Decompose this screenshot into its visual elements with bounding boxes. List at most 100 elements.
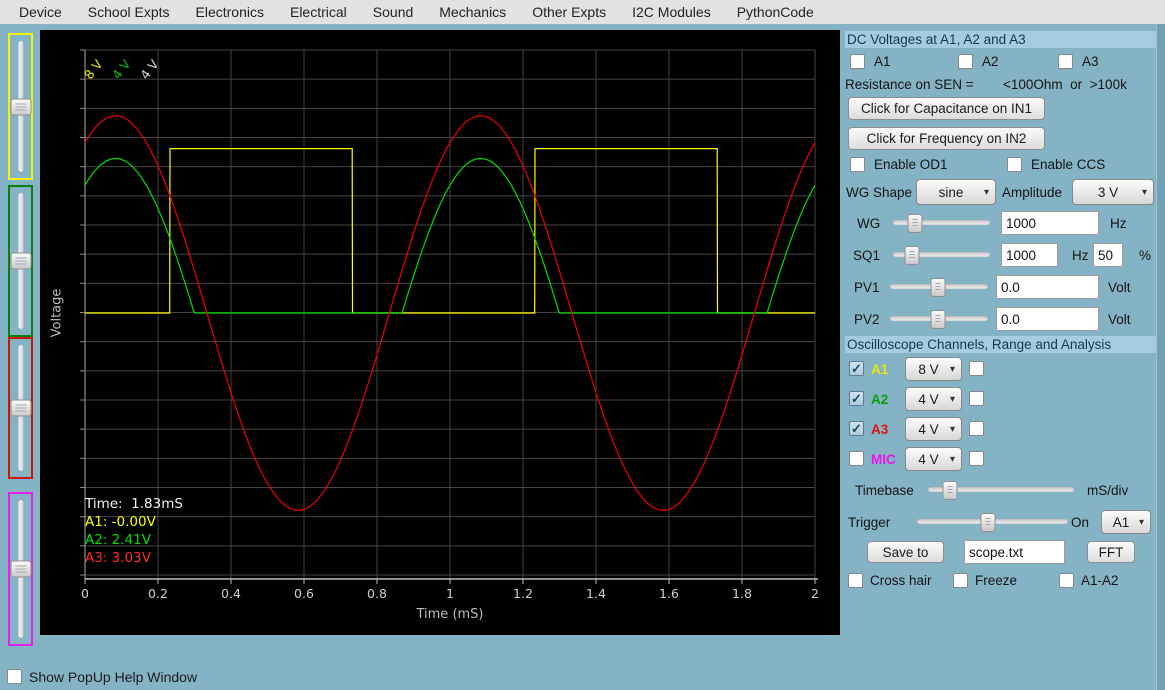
level-slider-a2[interactable] (8, 185, 33, 337)
oscilloscope-channels-header: Oscilloscope Channels, Range and Analysi… (845, 336, 1157, 353)
fft-button[interactable]: FFT (1087, 541, 1135, 563)
channel-a1-enable-checkbox[interactable] (849, 361, 864, 376)
level-slider-a3[interactable] (8, 337, 33, 479)
dc-voltages-header: DC Voltages at A1, A2 and A3 (845, 31, 1157, 48)
chevron-down-icon: ▾ (1139, 517, 1144, 528)
level-slider-mic[interactable] (8, 492, 33, 646)
channel-mic-analysis-checkbox[interactable] (969, 451, 984, 466)
save-to-button[interactable]: Save to (867, 541, 944, 563)
svg-text:1: 1 (446, 586, 454, 601)
wg-slider[interactable] (893, 213, 990, 232)
channel-mic-range-dropdown[interactable]: 4 V▾ (905, 447, 962, 471)
enable-ccs-label: Enable CCS (1031, 157, 1105, 172)
freeze-checkbox[interactable] (953, 573, 968, 588)
oscilloscope-display: 00.20.40.60.811.21.41.61.82 Voltage Time… (40, 30, 840, 635)
channel-a2-enable-checkbox[interactable] (849, 391, 864, 406)
cross-hair-label: Cross hair (870, 573, 932, 588)
a1-a2-checkbox[interactable] (1059, 573, 1074, 588)
channel-a3-analysis-checkbox[interactable] (969, 421, 984, 436)
channel-a1-label: A1 (871, 362, 888, 377)
slider-thumb[interactable] (942, 481, 957, 500)
enable-od1-checkbox[interactable] (850, 157, 865, 172)
slider-thumb[interactable] (10, 400, 31, 417)
capacitance-button[interactable]: Click for Capacitance on IN1 (848, 97, 1045, 120)
pv2-slider[interactable] (890, 309, 988, 328)
svg-text:1.6: 1.6 (659, 586, 679, 601)
pv1-voltage-input[interactable] (996, 275, 1099, 299)
menu-mechanics[interactable]: Mechanics (426, 4, 519, 20)
dc-a3-label: A3 (1082, 54, 1099, 69)
channel-mic-enable-checkbox[interactable] (849, 451, 864, 466)
svg-text:0.2: 0.2 (148, 586, 168, 601)
frequency-button[interactable]: Click for Frequency on IN2 (848, 127, 1045, 150)
sq1-frequency-input[interactable] (1001, 243, 1058, 267)
wg-label: WG (857, 216, 880, 231)
slider-thumb[interactable] (931, 310, 946, 329)
svg-text:0.6: 0.6 (294, 586, 314, 601)
freeze-label: Freeze (975, 573, 1017, 588)
pv1-slider[interactable] (890, 277, 988, 296)
wg-shape-label: WG Shape (846, 185, 912, 200)
wg-frequency-input[interactable] (1001, 211, 1099, 235)
enable-ccs-checkbox[interactable] (1007, 157, 1022, 172)
cross-hair-checkbox[interactable] (848, 573, 863, 588)
menu-school-expts[interactable]: School Expts (75, 4, 183, 20)
dc-a1-checkbox[interactable] (850, 54, 865, 69)
filename-input[interactable] (964, 540, 1065, 564)
menu-electrical[interactable]: Electrical (277, 4, 360, 20)
timebase-unit: mS/div (1087, 483, 1128, 498)
chevron-down-icon: ▾ (950, 424, 955, 435)
wg-shape-dropdown[interactable]: sine▾ (916, 179, 996, 205)
trigger-channel-dropdown[interactable]: A1▾ (1101, 510, 1151, 534)
slider-thumb[interactable] (10, 253, 31, 270)
slider-thumb[interactable] (10, 98, 31, 115)
channel-a3-enable-checkbox[interactable] (849, 421, 864, 436)
timebase-slider[interactable] (928, 480, 1074, 499)
trigger-slider[interactable] (917, 512, 1068, 531)
sq1-label: SQ1 (853, 248, 880, 263)
sq1-slider[interactable] (893, 245, 990, 264)
sq1-duty-input[interactable] (1093, 243, 1123, 267)
channel-a2-range-dropdown[interactable]: 4 V▾ (905, 387, 962, 411)
chevron-down-icon: ▾ (984, 187, 989, 198)
slider-thumb[interactable] (931, 278, 946, 297)
channel-a3-range-dropdown[interactable]: 4 V▾ (905, 417, 962, 441)
pv1-label: PV1 (854, 280, 880, 295)
scrollbar[interactable] (1156, 24, 1165, 690)
trigger-label: Trigger (848, 515, 890, 530)
resistance-value: <100Ohm or >100k (1003, 77, 1127, 92)
dc-a2-checkbox[interactable] (958, 54, 973, 69)
menu-sound[interactable]: Sound (360, 4, 426, 20)
slider-thumb[interactable] (908, 214, 923, 233)
menu-pythoncode[interactable]: PythonCode (724, 4, 827, 20)
channel-a2-analysis-checkbox[interactable] (969, 391, 984, 406)
slider-thumb[interactable] (980, 513, 995, 532)
menu-other-expts[interactable]: Other Expts (519, 4, 619, 20)
menu-device[interactable]: Device (6, 4, 75, 20)
pv2-voltage-input[interactable] (996, 307, 1099, 331)
dc-a3-checkbox[interactable] (1058, 54, 1073, 69)
channel-mic-label: MIC (871, 452, 896, 467)
pv1-unit: Volt (1108, 280, 1131, 295)
channel-a1-range-dropdown[interactable]: 8 V▾ (905, 357, 962, 381)
channel-a1-analysis-checkbox[interactable] (969, 361, 984, 376)
slider-thumb[interactable] (10, 561, 31, 578)
scope-plot[interactable]: 00.20.40.60.811.21.41.61.82 (40, 30, 840, 635)
svg-text:0: 0 (81, 586, 89, 601)
menu-bar: DeviceSchool ExptsElectronicsElectricalS… (0, 0, 1165, 24)
trigger-on-label: On (1071, 515, 1089, 530)
amplitude-dropdown[interactable]: 3 V▾ (1072, 179, 1154, 205)
enable-od1-label: Enable OD1 (874, 157, 948, 172)
expeyes-app: DeviceSchool ExptsElectronicsElectricalS… (0, 0, 1165, 690)
show-popup-help-checkbox[interactable] (7, 669, 22, 684)
channel-voltage-readout: A2: 2.41V (85, 532, 151, 548)
pv2-label: PV2 (854, 312, 880, 327)
channel-a3-label: A3 (871, 422, 888, 437)
amplitude-label: Amplitude (1002, 185, 1062, 200)
svg-text:1.8: 1.8 (732, 586, 752, 601)
menu-electronics[interactable]: Electronics (183, 4, 277, 20)
menu-i2c-modules[interactable]: I2C Modules (619, 4, 724, 20)
chevron-down-icon: ▾ (950, 454, 955, 465)
slider-thumb[interactable] (905, 246, 920, 265)
level-slider-a1[interactable] (8, 33, 33, 180)
